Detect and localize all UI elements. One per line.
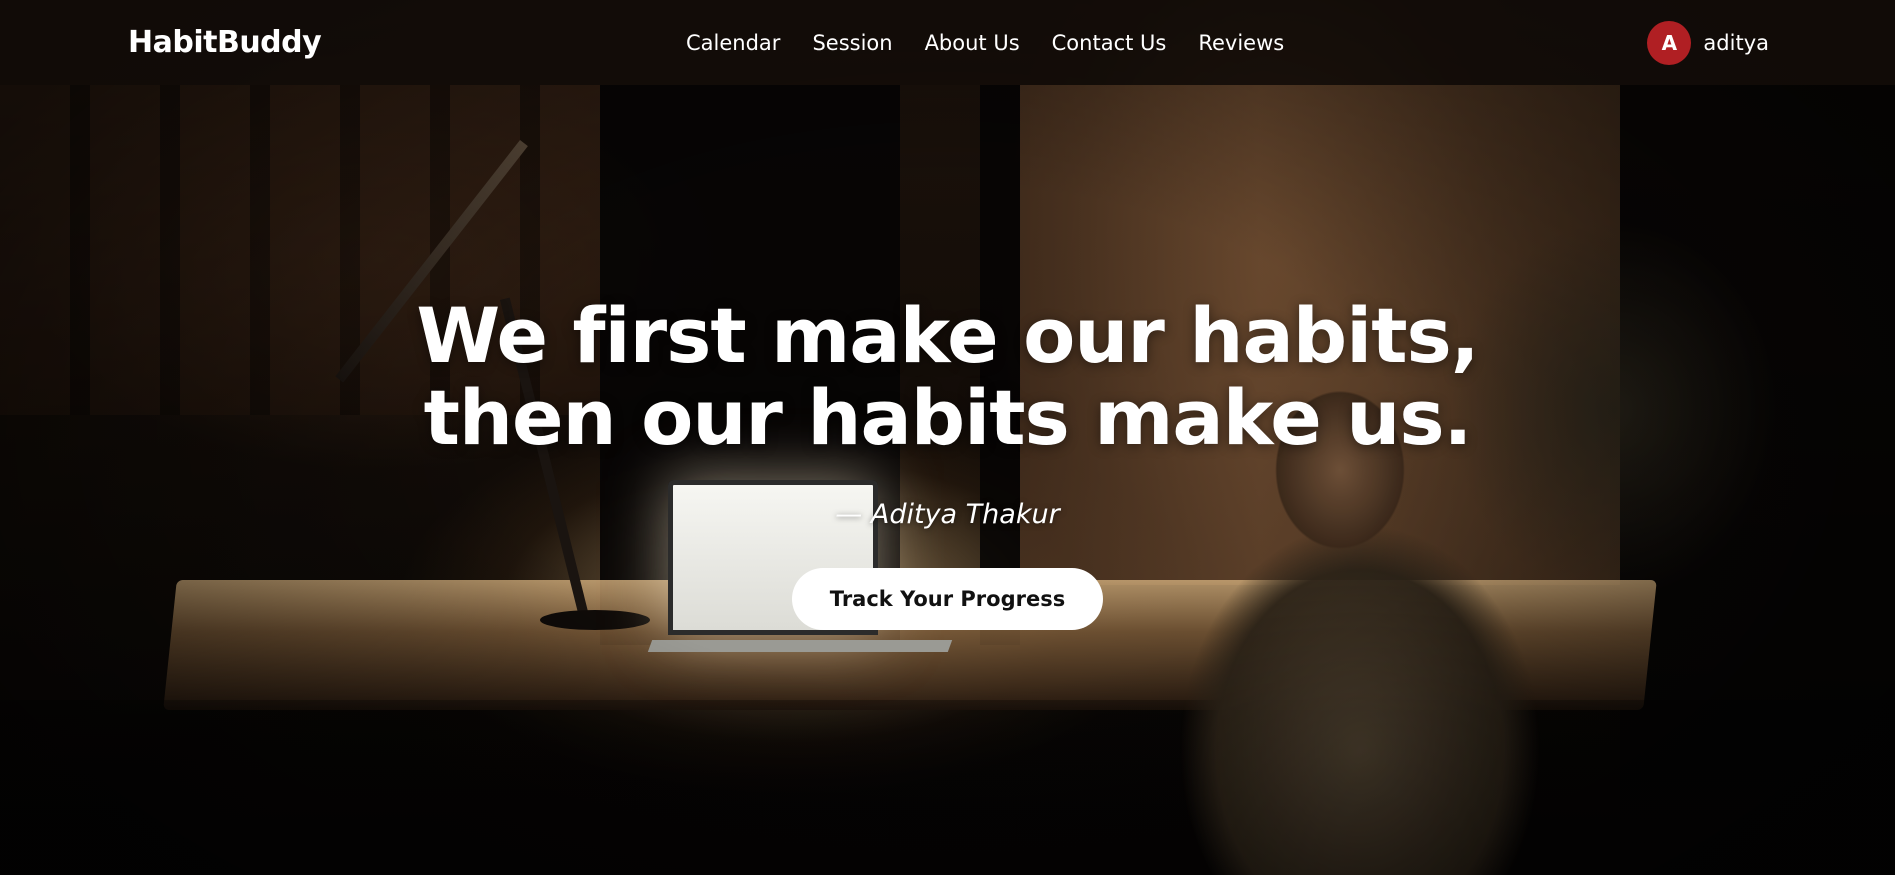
nav-link-calendar[interactable]: Calendar (686, 31, 780, 55)
quote-author: — Aditya Thakur (835, 499, 1060, 530)
avatar[interactable]: A (1647, 20, 1692, 65)
brand-logo[interactable]: HabitBuddy (128, 25, 322, 60)
track-progress-button[interactable]: Track Your Progress (791, 568, 1104, 630)
username-label[interactable]: aditya (1703, 31, 1769, 55)
top-navbar: HabitBuddy Calendar Session About Us Con… (0, 0, 1895, 85)
hero-section: We first make our habits, then our habit… (0, 295, 1895, 630)
nav-link-contact-us[interactable]: Contact Us (1052, 31, 1167, 55)
nav-link-about-us[interactable]: About Us (925, 31, 1020, 55)
hero-quote: We first make our habits, then our habit… (0, 295, 1895, 459)
user-menu[interactable]: A aditya (1647, 0, 1769, 85)
nav-link-session[interactable]: Session (812, 31, 892, 55)
hero-quote-line-2: then our habits make us. (423, 373, 1473, 462)
main-nav: Calendar Session About Us Contact Us Rev… (686, 0, 1284, 85)
nav-link-reviews[interactable]: Reviews (1198, 31, 1284, 55)
hero-quote-line-1: We first make our habits, (416, 291, 1479, 380)
